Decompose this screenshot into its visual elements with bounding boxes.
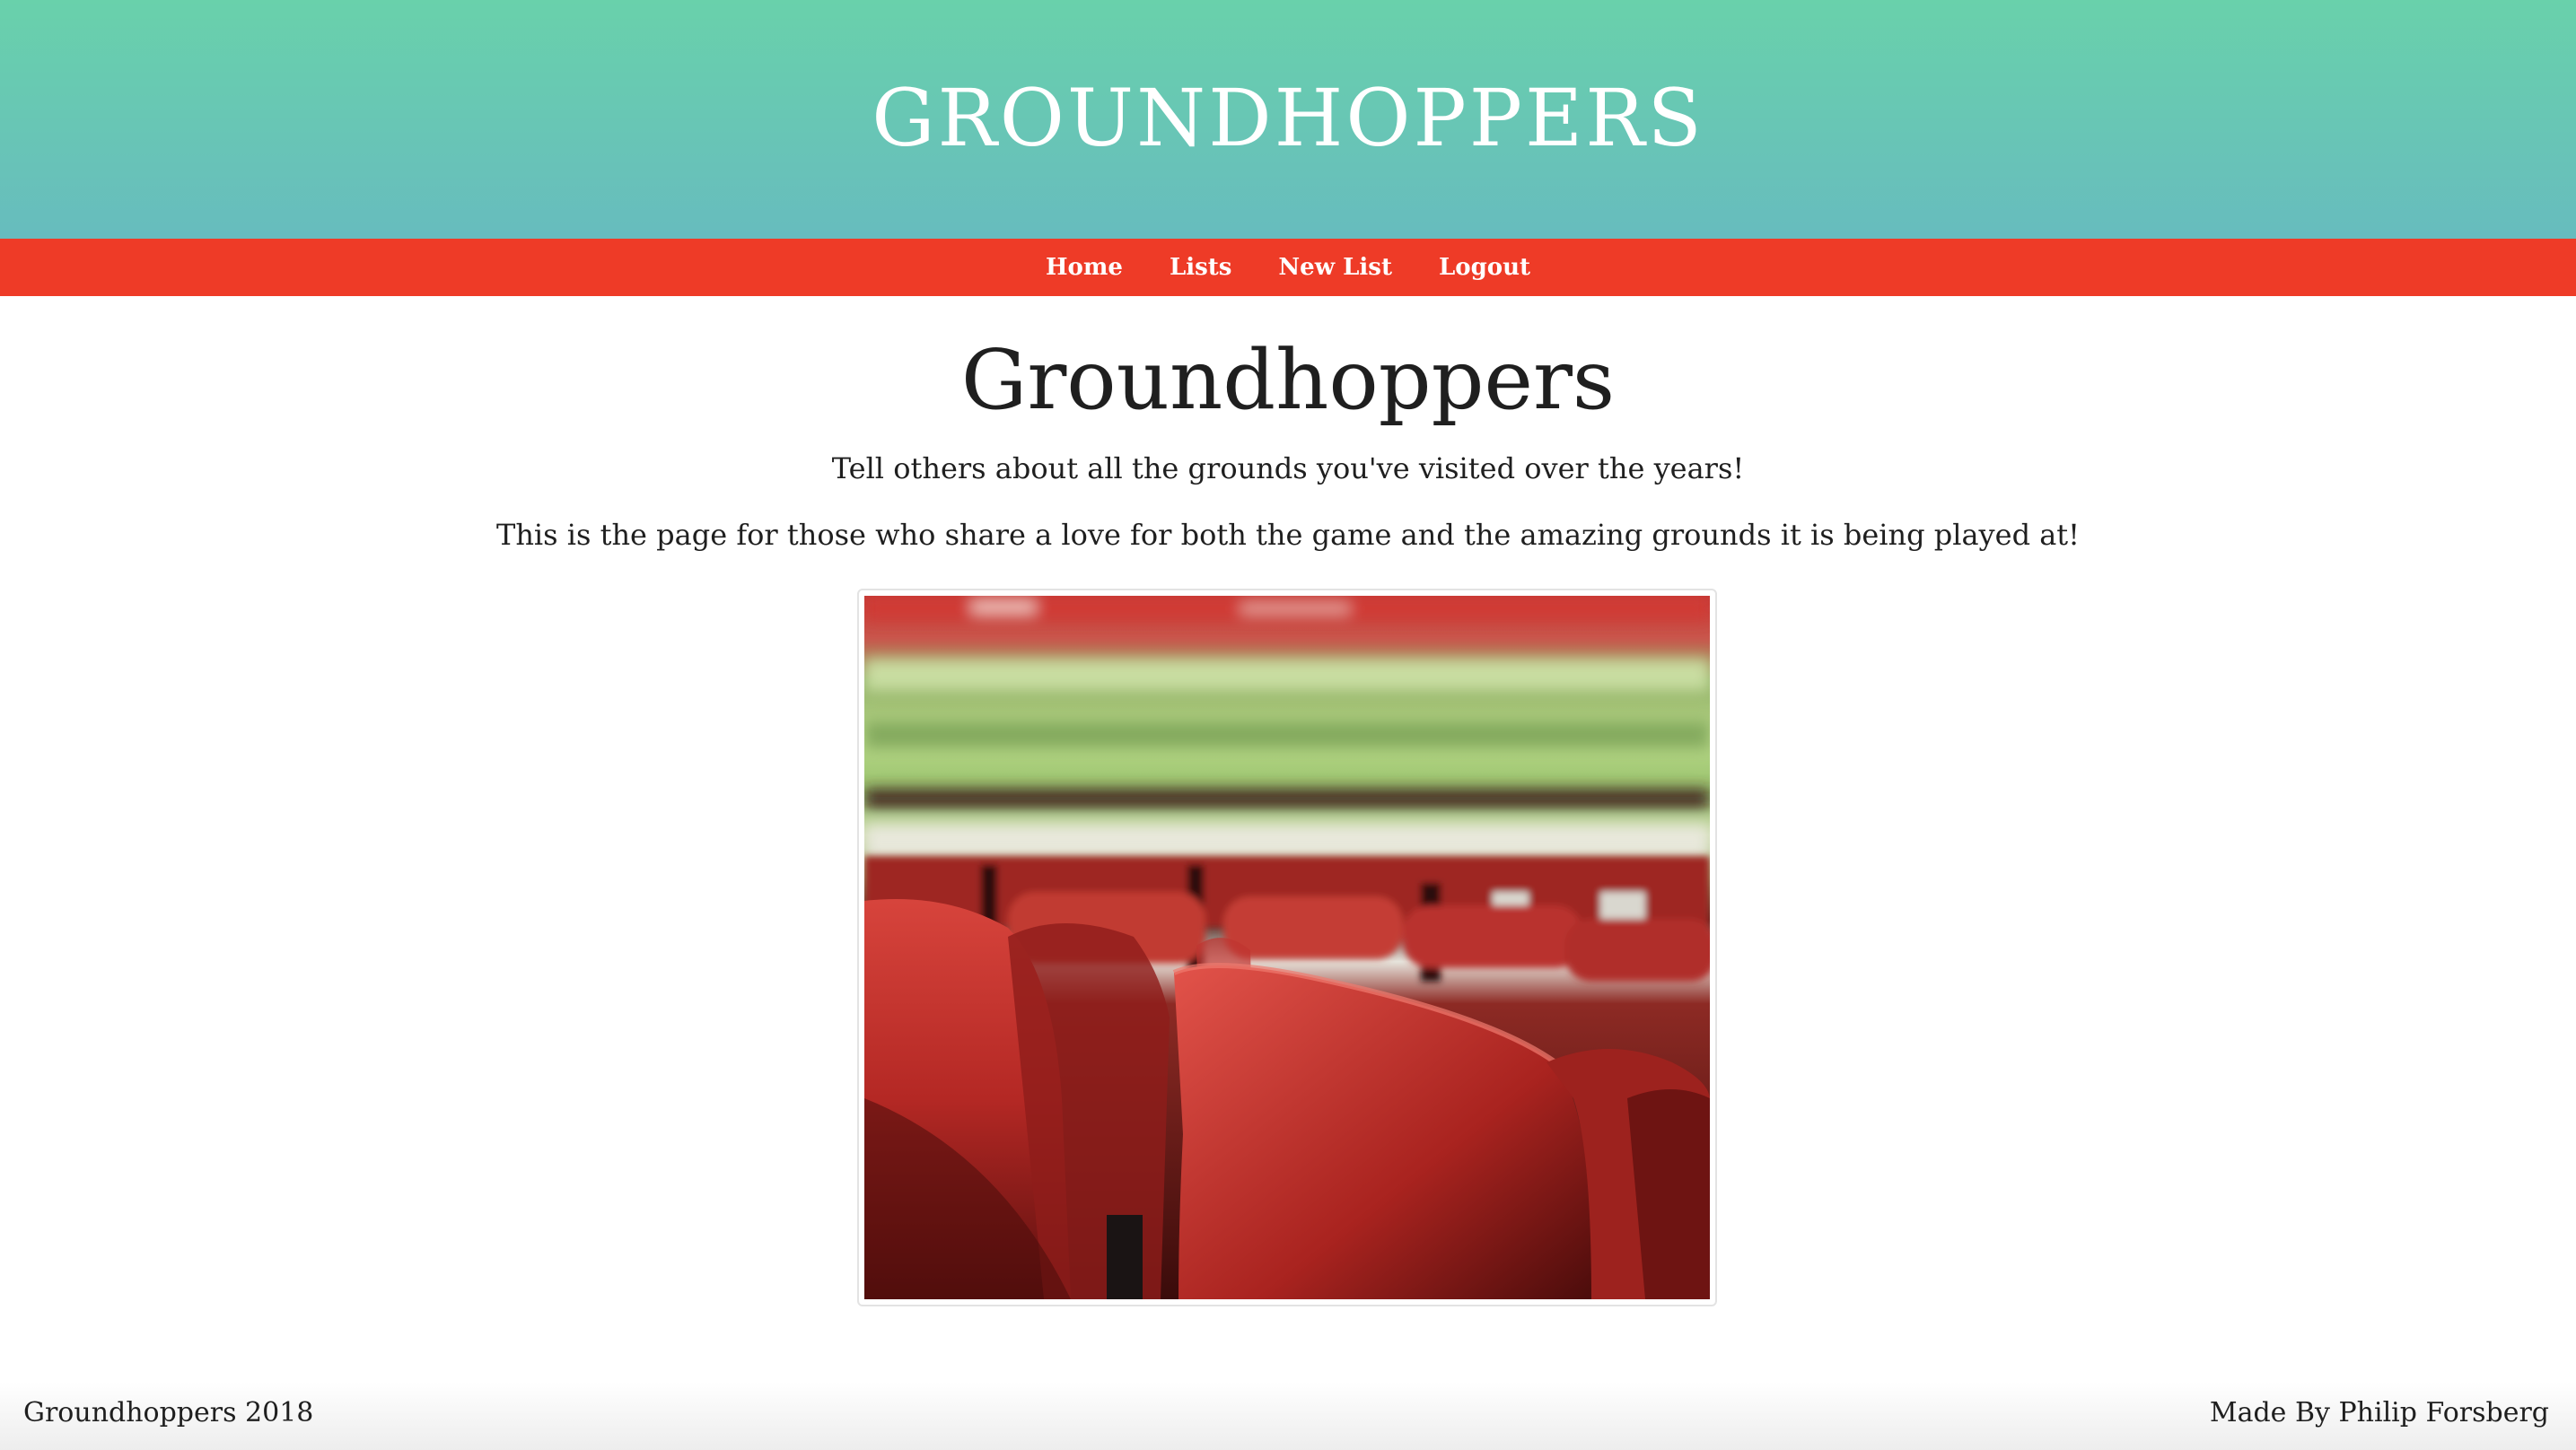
site-header: GROUNDHOPPERS bbox=[0, 0, 2576, 239]
page: GROUNDHOPPERS Home Lists New List Logout… bbox=[0, 0, 2576, 1450]
tagline: Tell others about all the grounds you've… bbox=[831, 450, 1745, 485]
nav-item-home: Home bbox=[1046, 254, 1123, 281]
nav-link-new-list[interactable]: New List bbox=[1278, 254, 1392, 281]
site-title: GROUNDHOPPERS bbox=[872, 71, 1704, 164]
footer-author: Made By Philip Forsberg bbox=[2209, 1396, 2549, 1428]
footer-copyright: Groundhoppers 2018 bbox=[23, 1396, 314, 1428]
nav-link-home[interactable]: Home bbox=[1046, 254, 1123, 281]
nav-list: Home Lists New List Logout bbox=[1046, 254, 1530, 281]
stadium-image-frame bbox=[857, 589, 1717, 1306]
page-heading: Groundhoppers bbox=[960, 332, 1616, 428]
main-content: Groundhoppers Tell others about all the … bbox=[0, 296, 2576, 552]
main-nav: Home Lists New List Logout bbox=[0, 239, 2576, 296]
stadium-seats-photo bbox=[864, 596, 1710, 1299]
nav-link-lists[interactable]: Lists bbox=[1170, 254, 1231, 281]
site-footer: Groundhoppers 2018 Made By Philip Forsbe… bbox=[0, 1382, 2576, 1450]
nav-item-lists: Lists bbox=[1170, 254, 1231, 281]
nav-link-logout[interactable]: Logout bbox=[1439, 254, 1530, 281]
description: This is the page for those who share a l… bbox=[495, 517, 2081, 552]
nav-item-new-list: New List bbox=[1278, 254, 1392, 281]
nav-item-logout: Logout bbox=[1439, 254, 1530, 281]
